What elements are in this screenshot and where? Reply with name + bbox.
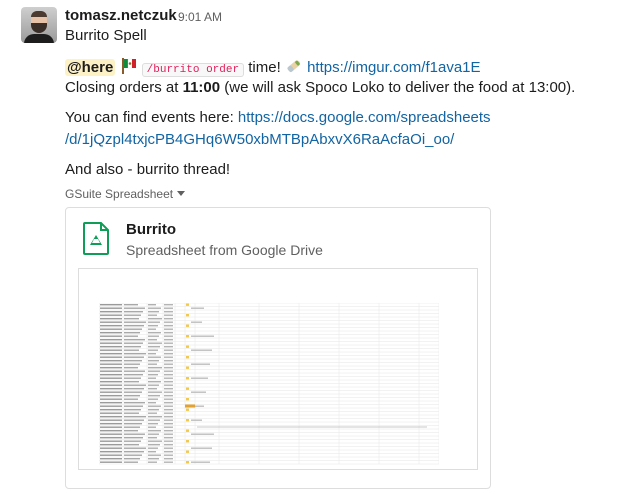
message-line-3b: /d/1jQzpl4txjcPB4GHq6W50xbMTBpAbxvX6RaAc… [65,131,454,148]
imgur-link[interactable]: https://imgur.com/f1ava1E [307,59,480,76]
message-line-1: @here /burrito order time! https://imgur… [65,57,481,77]
google-sheets-icon [83,222,109,255]
file-subtitle: Spreadsheet from Google Drive [126,242,323,258]
here-mention[interactable]: @here [65,59,116,76]
message-author[interactable]: tomasz.netczuk [65,7,177,24]
slash-command-code: /burrito order [141,63,245,77]
chevron-down-icon[interactable] [177,191,186,196]
spreadsheet-thumbnail [99,303,439,465]
message-title: Burrito Spell [65,27,147,44]
file-title[interactable]: Burrito [126,221,176,238]
message-timestamp[interactable]: 9:01 AM [178,10,222,24]
burrito-emoji [287,60,300,72]
attachment-card[interactable]: Burrito Spreadsheet from Google Drive [65,207,491,489]
attachment-source[interactable]: GSuite Spreadsheet [65,187,186,201]
message-line-3: You can find events here: https://docs.g… [65,109,491,126]
line2-prefix: Closing orders at [65,79,183,96]
line2-suffix: (we will ask Spoco Loko to deliver the f… [220,79,576,96]
spreadsheet-link-part2[interactable]: /d/1jQzpl4txjcPB4GHq6W50xbMTBpAbxvX6RaAc… [65,131,454,148]
closing-time: 11:00 [182,79,221,96]
line1-text: time! [244,59,285,76]
attachment-source-label: GSuite Spreadsheet [65,187,174,201]
spreadsheet-link-part1[interactable]: https://docs.google.com/spreadsheets [238,109,491,126]
user-avatar[interactable] [21,7,57,43]
line3-prefix: You can find events here: [65,109,238,126]
message-line-4: And also - burrito thread! [65,161,231,178]
message-line-2: Closing orders at 11:00 (we will ask Spo… [65,79,575,96]
spreadsheet-preview[interactable] [78,268,478,470]
mexican-flag-emoji [122,58,137,74]
